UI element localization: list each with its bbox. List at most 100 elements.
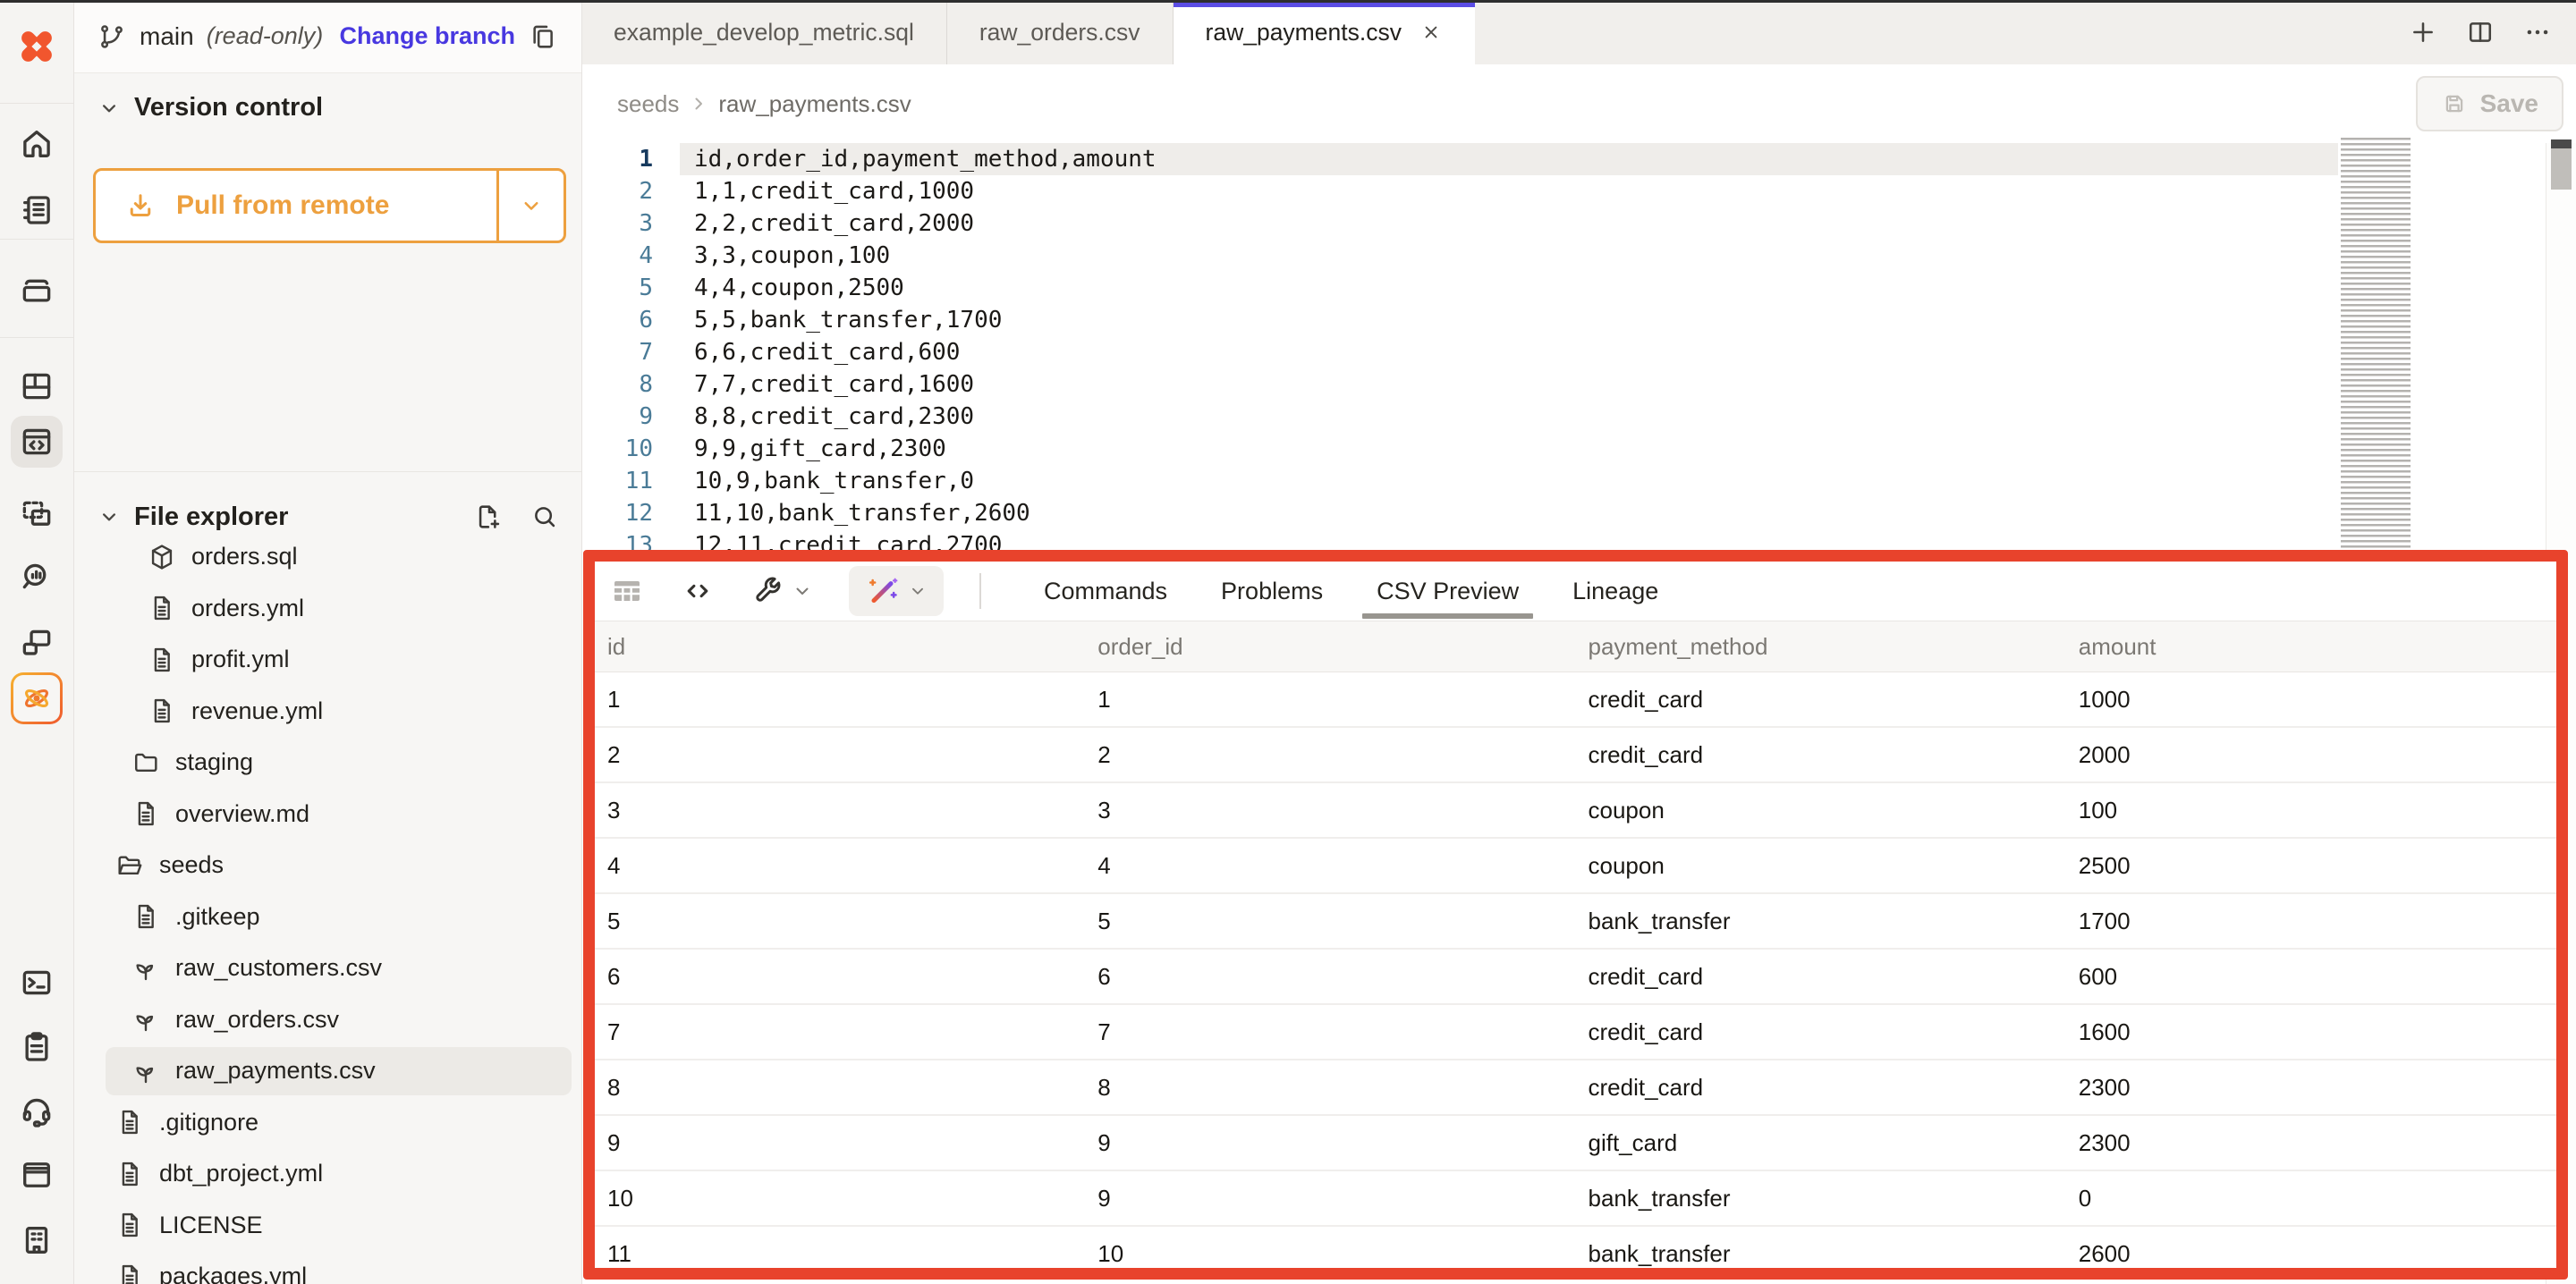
code-line[interactable]: 8 7,7,credit_card,1600 bbox=[581, 368, 2338, 401]
panel-tab[interactable]: Commands bbox=[1017, 562, 1194, 621]
develop-icon[interactable] bbox=[11, 416, 63, 468]
file-item[interactable]: .gitignore bbox=[73, 1097, 581, 1149]
scrollbar-thumb[interactable] bbox=[2551, 148, 2572, 190]
branch-name: main bbox=[140, 22, 194, 51]
editor-tab[interactable]: raw_orders.csv bbox=[947, 0, 1174, 64]
code-line[interactable]: 11 10,9,bank_transfer,0 bbox=[581, 465, 2338, 497]
file-icon bbox=[114, 1210, 145, 1240]
csv-cell: 1600 bbox=[2066, 1004, 2556, 1060]
search-icon[interactable] bbox=[530, 502, 560, 532]
pull-from-remote-button[interactable]: Pull from remote bbox=[93, 168, 566, 243]
file-name: dbt_project.yml bbox=[159, 1160, 323, 1187]
csv-row: 10 9 bank_transfer 0 bbox=[595, 1170, 2556, 1226]
frame-select-icon[interactable] bbox=[11, 489, 63, 541]
copy-icon[interactable] bbox=[528, 21, 558, 52]
file-name: profit.yml bbox=[191, 646, 290, 673]
csv-cell: bank_transfer bbox=[1576, 893, 2066, 949]
terminal-icon[interactable] bbox=[11, 957, 63, 1009]
magic-wand-icon[interactable] bbox=[849, 566, 944, 616]
panel-tab[interactable]: Problems bbox=[1194, 562, 1350, 621]
file-item[interactable]: LICENSE bbox=[73, 1200, 581, 1252]
editor-tab[interactable]: example_develop_metric.sql bbox=[581, 0, 947, 64]
line-text: 10,9,bank_transfer,0 bbox=[680, 465, 2338, 497]
line-number: 12 bbox=[581, 497, 653, 529]
home-icon[interactable] bbox=[11, 118, 63, 170]
csv-cell: 3 bbox=[595, 782, 1085, 838]
code-line[interactable]: 9 8,8,credit_card,2300 bbox=[581, 401, 2338, 433]
code-line[interactable]: 5 4,4,coupon,2500 bbox=[581, 272, 2338, 304]
csv-preview: idorder_idpayment_methodamount 1 1 credi… bbox=[595, 621, 2556, 1268]
file-item[interactable]: orders.yml bbox=[73, 583, 581, 635]
csv-cell: credit_card bbox=[1576, 727, 2066, 782]
csv-cell: 2300 bbox=[2066, 1115, 2556, 1170]
file-item[interactable]: revenue.yml bbox=[73, 686, 581, 738]
code-line[interactable]: 1 id,order_id,payment_method,amount bbox=[581, 143, 2338, 175]
file-item[interactable]: overview.md bbox=[73, 789, 581, 841]
divider bbox=[0, 239, 73, 240]
minimap[interactable] bbox=[2341, 138, 2411, 551]
section-title: File explorer bbox=[134, 503, 288, 532]
editor-tab[interactable]: raw_payments.csv bbox=[1174, 0, 1475, 64]
line-text: 7,7,credit_card,1600 bbox=[680, 368, 2338, 401]
code-line[interactable]: 2 1,1,credit_card,1000 bbox=[581, 175, 2338, 207]
download-icon bbox=[124, 190, 157, 222]
notebook-icon[interactable] bbox=[11, 184, 63, 236]
ellipsis-icon[interactable] bbox=[2522, 17, 2553, 47]
csv-cell: bank_transfer bbox=[1576, 1226, 2066, 1268]
csv-cell: credit_card bbox=[1576, 1060, 2066, 1115]
csv-column-header: order_id bbox=[1085, 621, 1575, 672]
file-item[interactable]: raw_payments.csv bbox=[73, 1045, 581, 1097]
file-item[interactable]: dbt_project.yml bbox=[73, 1148, 581, 1200]
csv-cell: 600 bbox=[2066, 949, 2556, 1004]
save-button[interactable]: Save bbox=[2416, 76, 2563, 131]
panel-tab-label: Problems bbox=[1221, 578, 1323, 605]
file-item[interactable]: raw_orders.csv bbox=[73, 994, 581, 1046]
close-icon[interactable] bbox=[1419, 21, 1443, 44]
new-file-icon[interactable] bbox=[472, 502, 503, 532]
headset-icon[interactable] bbox=[11, 1085, 63, 1136]
build-wrench-icon[interactable] bbox=[750, 574, 813, 608]
line-number: 7 bbox=[581, 336, 653, 368]
code-line[interactable]: 3 2,2,credit_card,2000 bbox=[581, 207, 2338, 240]
breadcrumb-parent[interactable]: seeds bbox=[617, 90, 679, 118]
file-icon bbox=[147, 645, 177, 675]
code-line[interactable]: 4 3,3,coupon,100 bbox=[581, 240, 2338, 272]
file-item[interactable]: orders.sql bbox=[73, 531, 581, 583]
clipboard-icon[interactable] bbox=[11, 1021, 63, 1073]
pull-dropdown-toggle[interactable] bbox=[496, 171, 564, 241]
code-line[interactable]: 12 11,10,bank_transfer,2600 bbox=[581, 497, 2338, 529]
panel-tab[interactable]: Lineage bbox=[1546, 562, 1685, 621]
docs-icon[interactable] bbox=[11, 1149, 63, 1201]
archive-icon[interactable] bbox=[11, 265, 63, 317]
table-view-icon[interactable] bbox=[609, 573, 645, 609]
csv-row: 2 2 credit_card 2000 bbox=[595, 727, 2556, 782]
file-item[interactable]: seeds bbox=[73, 840, 581, 891]
apps-icon[interactable] bbox=[11, 617, 63, 669]
explore-icon[interactable] bbox=[11, 551, 63, 603]
version-control-header[interactable]: Version control bbox=[97, 93, 323, 122]
code-line[interactable]: 6 5,5,bank_transfer,1700 bbox=[581, 304, 2338, 336]
change-branch-link[interactable]: Change branch bbox=[339, 22, 515, 50]
new-tab-plus-icon[interactable] bbox=[2408, 17, 2438, 47]
file-item[interactable]: profit.yml bbox=[73, 634, 581, 686]
code-lines[interactable]: 1 id,order_id,payment_method,amount 2 1,… bbox=[581, 143, 2338, 562]
copilot-atom-icon[interactable] bbox=[11, 672, 63, 724]
line-number: 10 bbox=[581, 433, 653, 465]
dashboard-icon[interactable] bbox=[11, 360, 63, 412]
file-item[interactable]: .gitkeep bbox=[73, 891, 581, 943]
file-item[interactable]: packages.yml bbox=[73, 1251, 581, 1284]
csv-cell: 2600 bbox=[2066, 1226, 2556, 1268]
panel-tab[interactable]: CSV Preview bbox=[1350, 562, 1546, 621]
file-item[interactable]: staging bbox=[73, 737, 581, 789]
code-line[interactable]: 10 9,9,gift_card,2300 bbox=[581, 433, 2338, 465]
window-top-edge bbox=[0, 0, 2576, 3]
organization-icon[interactable] bbox=[11, 1214, 63, 1266]
split-view-icon[interactable] bbox=[2465, 17, 2496, 47]
section-title: Version control bbox=[134, 93, 323, 122]
chevron-down-icon bbox=[518, 192, 545, 219]
csv-cell: 8 bbox=[1085, 1060, 1575, 1115]
code-view-icon[interactable] bbox=[681, 574, 715, 608]
csv-cell: 7 bbox=[595, 1004, 1085, 1060]
code-line[interactable]: 7 6,6,credit_card,600 bbox=[581, 336, 2338, 368]
file-item[interactable]: raw_customers.csv bbox=[73, 942, 581, 994]
